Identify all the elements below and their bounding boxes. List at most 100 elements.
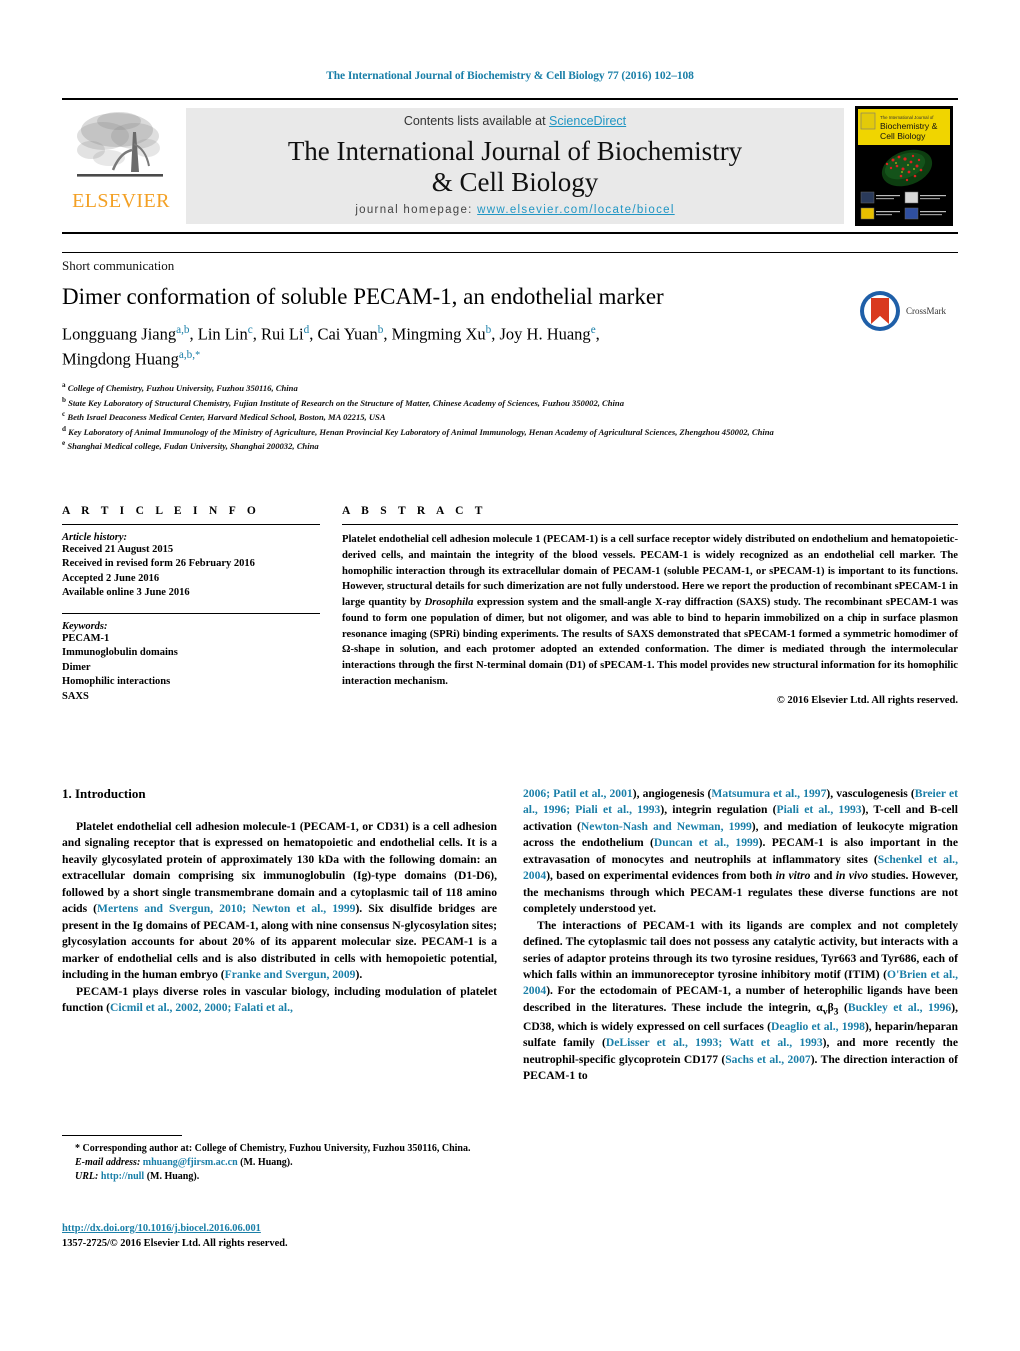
- elsevier-logo: ELSEVIER: [62, 100, 180, 232]
- abstract-column: A B S T R A C T Platelet endothelial cel…: [342, 505, 958, 706]
- doi-link[interactable]: http://dx.doi.org/10.1016/j.biocel.2016.…: [62, 1223, 261, 1234]
- article-info-heading: A R T I C L E I N F O: [62, 505, 261, 517]
- homepage-prefix: journal homepage:: [355, 203, 478, 216]
- article-history-title: Article history:: [62, 532, 128, 543]
- p1-text-a: Platelet endothelial cell adhesion molec…: [62, 820, 497, 916]
- journal-article-page: The International Journal of Biochemistr…: [0, 0, 1020, 1351]
- abstract-heading: A B S T R A C T: [342, 505, 487, 517]
- kicker-divider: [62, 252, 958, 253]
- author-url-link[interactable]: http://null: [101, 1171, 144, 1182]
- body-column-right: 2006; Patil et al., 2001), angiogenesis …: [523, 786, 958, 1226]
- author-sup: e: [590, 324, 596, 336]
- keyword-item: Dimer: [62, 661, 91, 673]
- citation-link[interactable]: Mertens and Svergun, 2010; Newton et al.…: [97, 902, 355, 915]
- corresponding-author-note: * Corresponding author at: College of Ch…: [75, 1143, 471, 1154]
- journal-masthead: ELSEVIER Contents lists available at Sci…: [62, 98, 958, 234]
- info-divider-top: [62, 524, 320, 525]
- email-label: E-mail address:: [75, 1157, 141, 1169]
- italic-in-vitro: in vitro: [775, 869, 811, 883]
- author-sup: b: [377, 324, 384, 336]
- journal-homepage-line: journal homepage: www.elsevier.com/locat…: [355, 204, 674, 216]
- citation-link[interactable]: DeLisser et al., 1993; Watt et al., 1993: [606, 1036, 823, 1049]
- history-item: Available online 3 June 2016: [62, 587, 190, 599]
- history-item: Accepted 2 June 2016: [62, 572, 160, 584]
- contents-lists-line: Contents lists available at ScienceDirec…: [404, 114, 626, 128]
- abstract-part-2: expression system and the small-angle X-…: [342, 597, 958, 688]
- citation-link[interactable]: Newton-Nash and Newman, 1999: [581, 820, 752, 833]
- citation-link[interactable]: Franke and Svergun, 2009: [225, 968, 356, 981]
- intro-paragraph-1-continued: 2006; Patil et al., 2001), angiogenesis …: [523, 787, 958, 916]
- journal-cover-thumbnail[interactable]: The International Journal of Biochemistr…: [850, 100, 958, 232]
- intro-paragraph-3: The interactions of PECAM-1 with its lig…: [523, 918, 959, 1083]
- svg-text:Cell Biology: Cell Biology: [880, 131, 926, 141]
- citation-link[interactable]: Piali et al., 1993: [776, 803, 861, 816]
- email-note: E-mail address: mhuang@fjirsm.ac.cn (M. …: [62, 1156, 497, 1170]
- citation-link[interactable]: Buckley et al., 1996: [848, 1001, 951, 1014]
- keyword-item: Immunoglobulin domains: [62, 647, 178, 659]
- author-sup: b: [485, 324, 492, 336]
- author-sup: d: [303, 324, 310, 336]
- citation-link[interactable]: Matsumura et al., 1997: [711, 787, 826, 800]
- url-suffix: (M. Huang).: [144, 1171, 200, 1183]
- crossmark-icon: [860, 291, 900, 331]
- author-list: Longguang Jianga,b, Lin Linc, Rui Lid, C…: [62, 324, 600, 369]
- email-link[interactable]: mhuang@fjirsm.ac.cn: [143, 1157, 238, 1168]
- info-divider-middle: [62, 612, 320, 614]
- keywords-list: PECAM-1 Immunoglobulin domains Dimer Hom…: [62, 632, 320, 704]
- affiliation-list: a College of Chemistry, Fuzhou Universit…: [62, 380, 958, 453]
- history-item: Received in revised form 26 February 201…: [62, 558, 255, 570]
- author-sup: a,b: [176, 324, 190, 336]
- abstract-text: Platelet endothelial cell adhesion molec…: [342, 532, 958, 690]
- page-title: Dimer conformation of soluble PECAM-1, a…: [62, 284, 664, 309]
- intro-paragraph-2: PECAM-1 plays diverse roles in vascular …: [62, 984, 497, 1017]
- svg-text:Biochemistry &: Biochemistry &: [880, 121, 938, 131]
- citation-link[interactable]: Duncan et al., 1999: [654, 836, 759, 849]
- intro-paragraph-1: Platelet endothelial cell adhesion molec…: [62, 819, 497, 984]
- keyword-item: PECAM-1: [62, 632, 110, 644]
- citation-link[interactable]: 2006; Patil et al., 2001: [523, 787, 633, 800]
- p1-text-c: ).: [355, 968, 363, 982]
- journal-title-line-2: & Cell Biology: [431, 167, 599, 197]
- elsevier-tree-icon: [77, 112, 163, 177]
- keyword-item: Homophilic interactions: [62, 676, 171, 688]
- citation-link[interactable]: Cicmil et al., 2002, 2000; Falati et al.…: [110, 1001, 293, 1014]
- article-info-column: A R T I C L E I N F O Article history: R…: [62, 505, 320, 706]
- article-history-list: Received 21 August 2015 Received in revi…: [62, 543, 320, 601]
- journal-cover-image: The International Journal of Biochemistr…: [855, 106, 953, 226]
- italic-in-vivo: in vivo: [835, 869, 869, 883]
- contents-prefix: Contents lists available at: [403, 114, 550, 129]
- author-sup-corresponding: a,b,*: [178, 349, 201, 362]
- sciencedirect-link[interactable]: ScienceDirect: [549, 114, 626, 128]
- citation-link[interactable]: Deaglio et al., 1998: [771, 1020, 865, 1033]
- affiliation-d: d Key Laboratory of Animal Immunology of…: [62, 424, 774, 437]
- doi-block: http://dx.doi.org/10.1016/j.biocel.2016.…: [62, 1222, 562, 1251]
- affiliation-c: c Beth Israel Deaconess Medical Center, …: [62, 410, 386, 423]
- footnote-divider: [62, 1135, 182, 1136]
- keyword-item: SAXS: [62, 690, 89, 702]
- journal-homepage-link[interactable]: www.elsevier.com/locate/biocel: [477, 204, 675, 216]
- citation-link[interactable]: Sachs et al., 2007: [725, 1053, 810, 1066]
- journal-title: The International Journal of Biochemistr…: [288, 136, 742, 198]
- article-type-kicker: Short communication: [62, 258, 175, 273]
- abstract-copyright: © 2016 Elsevier Ltd. All rights reserved…: [776, 694, 958, 706]
- svg-text:The International Journal of: The International Journal of: [880, 115, 934, 120]
- affiliation-b: b State Key Laboratory of Structural Che…: [62, 395, 625, 408]
- masthead-center-panel: Contents lists available at ScienceDirec…: [186, 108, 844, 224]
- url-note: URL: http://null (M. Huang).: [62, 1170, 497, 1184]
- history-item: Received 21 August 2015: [62, 544, 174, 555]
- crossmark-badge[interactable]: CrossMark: [858, 283, 958, 339]
- affiliation-a: a College of Chemistry, Fuzhou Universit…: [62, 381, 298, 393]
- running-head: The International Journal of Biochemistr…: [326, 70, 694, 82]
- introduction-heading: 1. Introduction: [62, 786, 146, 801]
- journal-title-line-1: The International Journal of Biochemistr…: [287, 136, 743, 167]
- issn-copyright-line: 1357-2725/© 2016 Elsevier Ltd. All right…: [62, 1237, 288, 1249]
- info-abstract-block: A R T I C L E I N F O Article history: R…: [62, 505, 958, 706]
- affiliation-e: e Shanghai Medical college, Fudan Univer…: [62, 439, 319, 452]
- author-sup: c: [247, 324, 253, 336]
- elsevier-wordmark: ELSEVIER: [72, 190, 170, 212]
- email-suffix: (M. Huang).: [237, 1157, 293, 1169]
- keywords-title: Keywords:: [62, 620, 108, 632]
- abstract-divider: [342, 524, 958, 525]
- footnote-area: * Corresponding author at: College of Ch…: [62, 1135, 497, 1185]
- url-label: URL:: [75, 1171, 99, 1183]
